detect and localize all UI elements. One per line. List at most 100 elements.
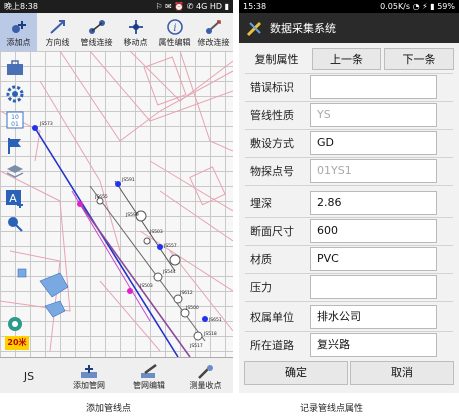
cancel-button[interactable]: 取消 (350, 361, 454, 385)
field-row-pressure: 压力 (239, 274, 459, 301)
app-logo-icon (246, 21, 262, 37)
bottom-toolbar: JS 添加管网 管网编辑 测量收点 (0, 357, 233, 393)
field-label: 物探点号 (250, 165, 294, 178)
map-label: JS517 (189, 343, 203, 349)
status-time: 15:38 (243, 2, 267, 11)
toolbar-attribute-edit-button[interactable]: i 属性编辑 (156, 13, 193, 51)
toolbar-direction-line-button[interactable]: 方向线 (39, 13, 76, 51)
field-row-depth: 埋深 2.86 (239, 190, 459, 217)
pin-tool[interactable] (4, 213, 26, 235)
pipeline-map: JS573 JS591 JS655 JS599 JS503 JS557 JS54… (0, 51, 233, 357)
stack-icon (6, 165, 24, 178)
field-label: 敷设方式 (250, 137, 294, 150)
status-network: ⚐ ✉ ⏰ ✆ 4G HD ▮ (155, 2, 229, 11)
map-canvas[interactable]: JS573 JS591 JS655 JS599 JS503 JS557 JS54… (0, 51, 233, 357)
svg-text:i: i (173, 23, 176, 34)
add-pipe-icon (81, 365, 97, 378)
field-row-section-size: 断面尺寸 600 (239, 218, 459, 245)
flag-tool[interactable] (4, 135, 26, 157)
svg-text:01: 01 (11, 121, 19, 128)
laying-method-field[interactable]: GD (310, 131, 437, 155)
field-label: 权属单位 (250, 311, 294, 324)
bottom-label: 添加管网 (73, 381, 105, 390)
point-number-field: 01YS1 (310, 159, 437, 183)
svg-text:10: 10 (11, 114, 19, 121)
section-size-field[interactable]: 600 (310, 219, 437, 243)
divider (245, 185, 453, 186)
toolbox-tool[interactable] (4, 57, 26, 79)
map-label: JS573 (39, 121, 53, 127)
settings-tool[interactable] (4, 83, 26, 105)
map-label: JS503 (139, 283, 153, 289)
bottom-label: 测量收点 (189, 381, 222, 390)
map-label: JS651 (208, 317, 222, 323)
add-pipe-network-button[interactable]: 添加管网 (60, 358, 118, 393)
right-phone-screen: 15:38 0.05K/s ◔ ⚡ ▮ 59% 数据采集系统 复制属性 上一条 … (239, 0, 459, 393)
app-title: 数据采集系统 (270, 22, 336, 35)
map-label: JS591 (121, 177, 135, 183)
previous-record-button[interactable]: 上一条 (312, 48, 381, 70)
status-bar: 晚上8:38 ⚐ ✉ ⏰ ✆ 4G HD ▮ (0, 0, 233, 13)
move-point-icon (128, 20, 143, 34)
toolbar-move-point-button[interactable]: 移动点 (117, 13, 154, 51)
owner-field[interactable]: 排水公司 (310, 305, 437, 329)
error-flag-field[interactable] (310, 75, 437, 99)
confirm-button[interactable]: 确定 (244, 361, 348, 385)
divider (245, 301, 453, 302)
map-label: JS503 (149, 229, 163, 235)
flag-icon (8, 138, 21, 154)
field-row-material: 材质 PVC (239, 246, 459, 273)
pipe-edit-button[interactable]: 管网编辑 (120, 358, 178, 393)
toolbar-edit-connection-button[interactable]: 修改连接 (195, 13, 232, 51)
field-row-laying-method: 敷设方式 GD (239, 130, 459, 157)
field-label: 压力 (250, 281, 272, 294)
measure-collect-button[interactable]: 测量收点 (178, 358, 233, 393)
toolbar-label: 管线连接 (80, 38, 113, 47)
toolbar-label: 移动点 (123, 38, 148, 47)
stack-tool[interactable] (4, 161, 26, 183)
field-row-road: 所在道路 复兴路 (239, 332, 459, 359)
map-label: JS599 (125, 212, 139, 218)
pressure-field[interactable] (310, 275, 437, 299)
map-label: JS557 (163, 243, 177, 249)
number-layer-tool[interactable]: 10 01 (4, 109, 26, 131)
js-tab[interactable]: JS (0, 358, 58, 393)
next-record-button[interactable]: 下一条 (384, 48, 454, 70)
toolbar-pipe-connect-button[interactable]: 管线连接 (78, 13, 115, 51)
bottom-label: 管网编辑 (133, 381, 165, 390)
depth-field[interactable]: 2.86 (310, 191, 437, 215)
toolbar-label: 方向线 (45, 38, 70, 47)
field-label: 错误标识 (250, 81, 294, 94)
map-label: JS544 (162, 269, 176, 275)
locate-tool[interactable] (4, 313, 26, 335)
status-time: 晚上8:38 (4, 2, 38, 11)
copy-attributes-button[interactable]: 复制属性 (244, 48, 309, 70)
scale-label: 20米 (5, 336, 29, 350)
map-label: JS612 (179, 290, 193, 296)
toolbar-label: 修改连接 (197, 38, 230, 47)
title-bar: 数据采集系统 (239, 13, 459, 43)
record-nav-bar: 复制属性 上一条 下一条 (239, 45, 459, 71)
field-label: 所在道路 (250, 339, 294, 352)
field-label: 埋深 (250, 197, 272, 210)
add-point-icon (11, 21, 26, 33)
pipe-connect-icon (88, 20, 105, 34)
field-label: 材质 (250, 253, 272, 266)
map-label: JS655 (94, 194, 108, 200)
right-caption: 记录管线点属性 (300, 404, 364, 414)
gear-icon (6, 85, 24, 103)
field-row-owner: 权属单位 排水公司 (239, 304, 459, 331)
field-label: 管线性质 (250, 109, 294, 122)
info-icon: i (166, 19, 183, 35)
toolbar-add-point-button[interactable]: 添加点 (0, 13, 37, 51)
toolbar-label: 添加点 (6, 38, 31, 47)
text-tool[interactable]: A (4, 187, 26, 209)
status-bar: 15:38 0.05K/s ◔ ⚡ ▮ 59% (239, 0, 459, 13)
field-label: 断面尺寸 (250, 225, 294, 238)
material-field[interactable]: PVC (310, 247, 437, 271)
svg-text:A: A (9, 192, 17, 205)
field-row-pipe-type: 管线性质 YS (239, 102, 459, 129)
pipe-edit-icon (141, 364, 157, 378)
road-field[interactable]: 复兴路 (310, 333, 437, 357)
left-phone-screen: 晚上8:38 ⚐ ✉ ⏰ ✆ 4G HD ▮ 添加点 方向线 管线连接 移动点 … (0, 0, 233, 393)
